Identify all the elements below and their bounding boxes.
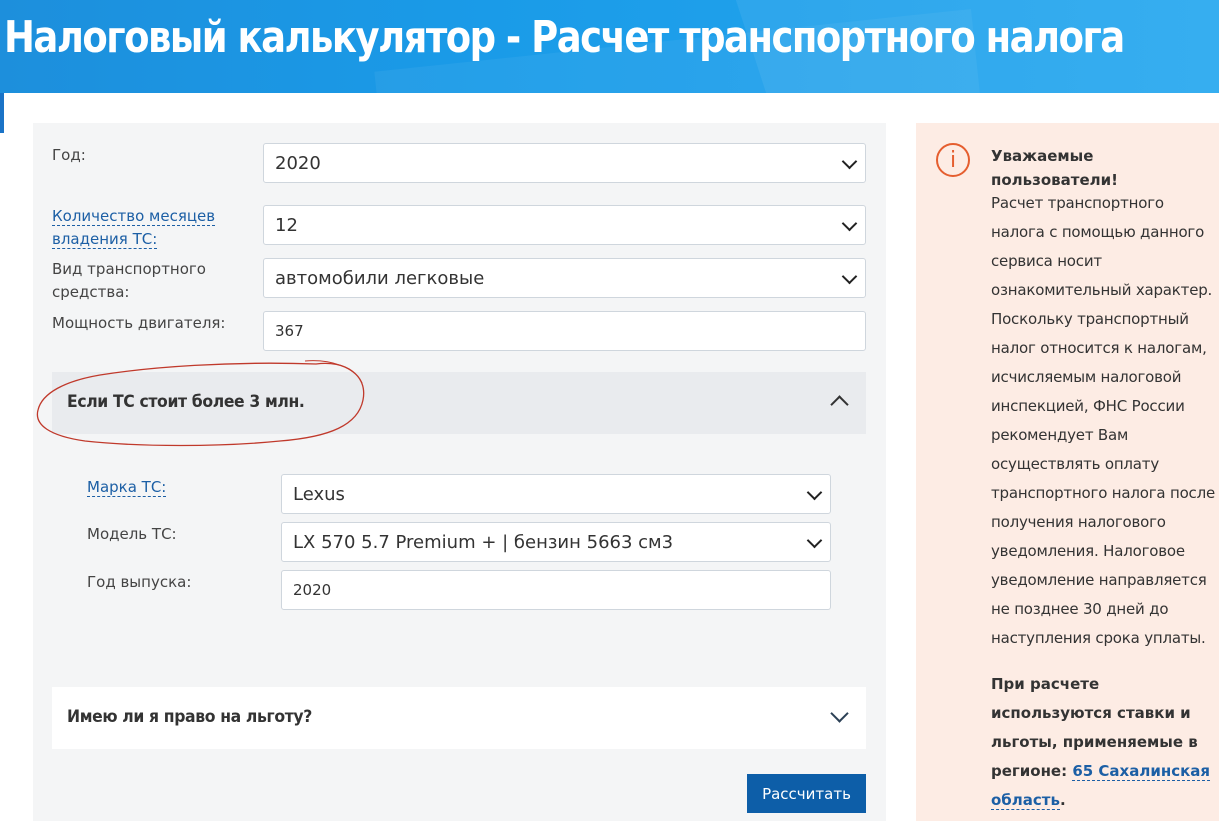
year-of-manufacture-input-value: 2020 — [293, 581, 332, 599]
benefit-section-title: Имею ли я право на льготу? — [67, 707, 312, 727]
chevron-down-icon — [841, 215, 858, 232]
notice-rates: При расчете используются ставки и льготы… — [991, 670, 1216, 815]
vehicle-type-select-value: автомобили легковые — [275, 267, 485, 289]
expensive-vehicle-section: Если ТС стоит более 3 млн. — [52, 372, 866, 663]
engine-power-input[interactable]: 367 — [263, 311, 866, 351]
model-select-value: LX 570 5.7 Premium + | бензин 5663 см3 — [293, 531, 674, 553]
expensive-vehicle-section-title: Если ТС стоит более 3 млн. — [67, 392, 305, 412]
notice-title: Уважаемые пользователи! — [991, 147, 1118, 189]
chevron-down-icon — [830, 704, 849, 723]
months-label-text: Количество месяцев владения ТС: — [52, 207, 216, 249]
brand-label[interactable]: Марка ТС: — [87, 476, 167, 499]
engine-power-label: Мощность двигателя: — [52, 314, 226, 332]
model-label: Модель ТС: — [87, 525, 177, 543]
chevron-down-icon — [841, 268, 858, 285]
engine-power-input-value: 367 — [275, 322, 304, 340]
model-select[interactable]: LX 570 5.7 Premium + | бензин 5663 см3 — [281, 522, 831, 562]
months-select-value: 12 — [275, 214, 298, 236]
chevron-down-icon — [806, 532, 823, 549]
year-of-manufacture-label: Год выпуска: — [87, 573, 192, 591]
calculate-button[interactable]: Рассчитать — [747, 774, 866, 813]
months-label[interactable]: Количество месяцев владения ТС: — [52, 205, 242, 251]
notice-panel: i Уважаемые пользователи! Расчет транспо… — [916, 123, 1219, 821]
months-select[interactable]: 12 — [263, 205, 866, 245]
year-of-manufacture-input[interactable]: 2020 — [281, 570, 831, 610]
year-select-value: 2020 — [275, 152, 321, 174]
expensive-vehicle-section-header[interactable]: Если ТС стоит более 3 млн. — [52, 372, 866, 434]
brand-select[interactable]: Lexus — [281, 474, 831, 514]
notice-body: Расчет транспортного налога с помощью да… — [991, 194, 1216, 647]
year-label: Год: — [52, 146, 86, 164]
notice-rates-suffix: . — [1059, 791, 1066, 809]
page-title: Налоговый калькулятор - Расчет транспорт… — [4, 12, 1125, 63]
benefit-section-header[interactable]: Имею ли я право на льготу? — [52, 687, 866, 749]
vehicle-type-label: Вид транспортного средства: — [52, 260, 206, 301]
vehicle-type-select[interactable]: автомобили легковые — [263, 258, 866, 298]
year-select[interactable]: 2020 — [263, 143, 866, 183]
chevron-down-icon — [806, 484, 823, 501]
info-icon: i — [936, 143, 970, 177]
left-accent-bar — [0, 93, 4, 133]
brand-select-value: Lexus — [293, 483, 345, 505]
chevron-up-icon — [830, 395, 849, 414]
chevron-down-icon — [841, 153, 858, 170]
benefit-section: Имею ли я право на льготу? — [52, 687, 866, 749]
brand-label-text: Марка ТС: — [87, 478, 167, 497]
page-header-banner: Налоговый калькулятор - Расчет транспорт… — [0, 0, 1219, 93]
